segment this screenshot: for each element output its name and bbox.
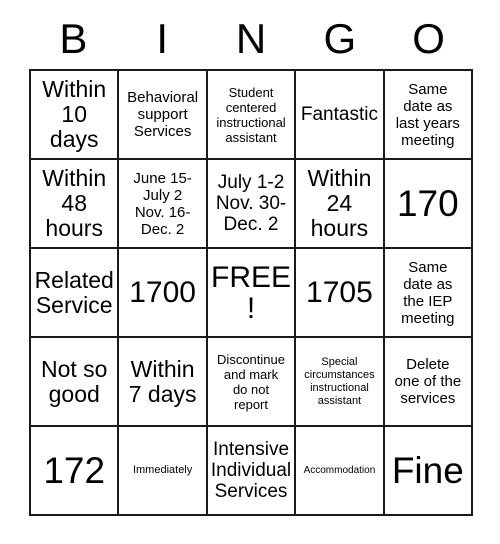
bingo-cell-text: 1700 (129, 276, 196, 309)
bingo-header-letter-i: I (156, 14, 169, 62)
bingo-cell[interactable]: Within 7 days (119, 338, 208, 427)
bingo-cell[interactable]: Behavioral support Services (119, 71, 208, 160)
bingo-cell-text: Intensive Individual Services (210, 439, 292, 502)
bingo-cell-text: July 1-2 Nov. 30- Dec. 2 (215, 172, 287, 235)
bingo-header-letter-o: O (412, 14, 445, 62)
bingo-header-letter-n: N (235, 14, 267, 62)
bingo-cell-text: Student centered instructional assistant (216, 84, 286, 145)
bingo-cell[interactable]: Accommodation (296, 427, 385, 516)
bingo-row: Within 48 hours June 15- July 2 Nov. 16-… (31, 160, 474, 249)
bingo-header-letter-g: G (323, 14, 357, 62)
bingo-cell-text: Within 48 hours (42, 165, 107, 241)
bingo-cell-text: Within 10 days (42, 76, 107, 152)
bingo-row: Not so good Within 7 days Discontinue an… (31, 338, 474, 427)
bingo-card: B I N G O Within 10 days Behavioral supp… (29, 8, 474, 516)
bingo-cell[interactable]: Delete one of the services (384, 338, 474, 427)
bingo-cell[interactable]: Fine (384, 427, 474, 516)
bingo-cell-text: 172 (43, 449, 106, 491)
bingo-row: Within 10 days Behavioral support Servic… (31, 71, 474, 160)
bingo-row: Related Service 1700 FREE! 1705 Same dat… (31, 249, 474, 338)
bingo-cell-text: FREE! (211, 260, 292, 325)
bingo-cell[interactable]: 1705 (296, 249, 385, 338)
bingo-cell[interactable]: 1700 (119, 249, 208, 338)
bingo-cell-text: Within 24 hours (307, 165, 372, 241)
bingo-cell-text: June 15- July 2 Nov. 16- Dec. 2 (133, 169, 192, 238)
bingo-cell[interactable]: Immediately (119, 427, 208, 516)
bingo-cell-text: Discontinue and mark do not report (217, 351, 285, 412)
bingo-cell-text: Related Service (34, 266, 114, 318)
bingo-cell[interactable]: Within 24 hours (296, 160, 385, 249)
bingo-cell-free[interactable]: FREE! (207, 249, 297, 338)
bingo-cell-text: Same date as last years meeting (395, 80, 460, 149)
bingo-cell-text: Behavioral support Services (127, 89, 199, 140)
bingo-cell[interactable]: Not so good (31, 338, 120, 427)
bingo-cell[interactable]: Fantastic (296, 71, 385, 160)
bingo-cell-text: Fantastic (300, 104, 378, 125)
bingo-cell-text: Same date as the IEP meeting (401, 258, 455, 327)
bingo-cell-text: Accommodation (303, 464, 376, 476)
bingo-cell-text: Not so good (40, 355, 108, 407)
bingo-cell[interactable]: Student centered instructional assistant (207, 71, 297, 160)
bingo-grid: Within 10 days Behavioral support Servic… (29, 69, 474, 516)
bingo-cell[interactable]: 172 (31, 427, 120, 516)
bingo-cell-text: 1705 (306, 276, 373, 309)
bingo-cell[interactable]: Related Service (31, 249, 120, 338)
bingo-row: 172 Immediately Intensive Individual Ser… (31, 427, 474, 516)
bingo-header-row: B I N G O (29, 8, 473, 69)
bingo-cell-text: Within 7 days (128, 355, 197, 407)
bingo-cell[interactable]: Special circumstances instructional assi… (296, 338, 385, 427)
bingo-header-letter-b: B (59, 14, 88, 62)
bingo-cell[interactable]: July 1-2 Nov. 30- Dec. 2 (207, 160, 297, 249)
bingo-cell[interactable]: Same date as last years meeting (384, 71, 474, 160)
bingo-cell[interactable]: 170 (384, 160, 474, 249)
bingo-cell[interactable]: Within 10 days (31, 71, 120, 160)
bingo-cell-text: 170 (396, 182, 459, 224)
bingo-cell-text: Special circumstances instructional assi… (304, 355, 375, 407)
bingo-cell[interactable]: Intensive Individual Services (207, 427, 297, 516)
bingo-cell-text: Fine (391, 449, 464, 491)
bingo-cell-text: Delete one of the services (394, 356, 462, 407)
bingo-cell[interactable]: Discontinue and mark do not report (207, 338, 297, 427)
bingo-cell-text: Immediately (132, 464, 193, 476)
bingo-cell[interactable]: Same date as the IEP meeting (384, 249, 474, 338)
bingo-cell[interactable]: June 15- July 2 Nov. 16- Dec. 2 (119, 160, 208, 249)
bingo-cell[interactable]: Within 48 hours (31, 160, 120, 249)
